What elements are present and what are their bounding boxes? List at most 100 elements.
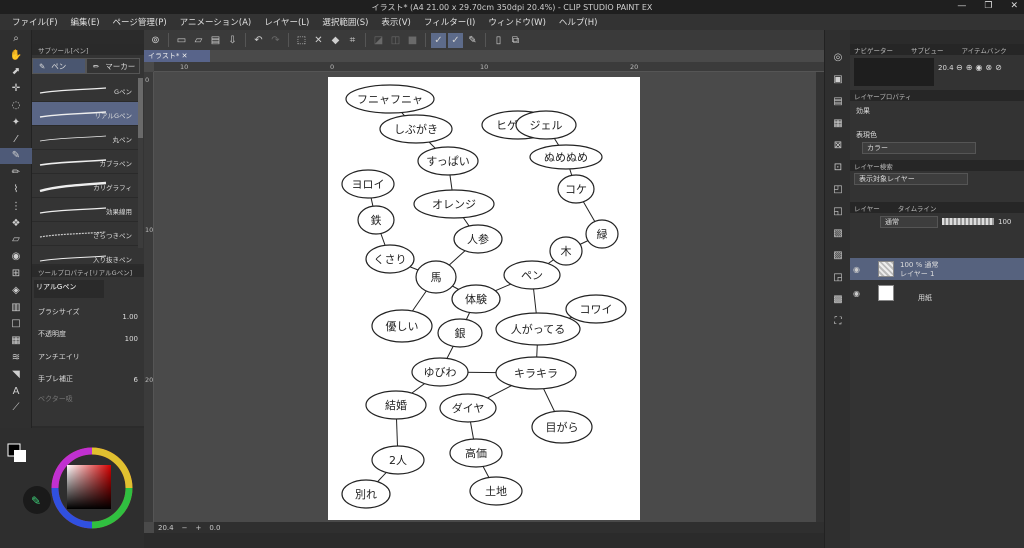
airbrush-icon[interactable]: ⋮ [0, 198, 32, 215]
deselect-icon[interactable]: ⬚ [294, 33, 309, 48]
brush-item-gpen[interactable]: Gペン [32, 78, 138, 102]
brush-item-kabura-pen[interactable]: カブラペン [32, 150, 138, 174]
navigator-zoom[interactable]: 20.4 [938, 64, 954, 72]
material-icon[interactable]: ▦ [825, 112, 851, 134]
zoom-in-button[interactable]: + [195, 524, 201, 532]
material-icon[interactable]: ▤ [825, 90, 851, 112]
device-icon[interactable]: ▯ [491, 33, 506, 48]
brush-item-effect-line[interactable]: 効果線用 [32, 198, 138, 222]
new-file-icon[interactable]: ▭ [174, 33, 189, 48]
rectangle-icon[interactable]: □ [0, 316, 32, 333]
tab-timeline[interactable]: タイムライン [898, 203, 937, 213]
decoration-icon[interactable]: ❖ [0, 215, 32, 232]
transform-icon[interactable]: ⌗ [345, 33, 360, 48]
fill-icon[interactable]: ◆ [328, 33, 343, 48]
ruler-snap-icon[interactable]: ◪ [371, 33, 386, 48]
menu-page[interactable]: ページ管理(P) [113, 16, 167, 28]
navigator-icon[interactable]: ◎ [825, 46, 851, 68]
layer-opacity-value[interactable]: 100 [998, 218, 1011, 226]
zoom-out-icon[interactable]: ⊖ [956, 63, 963, 72]
color-wheel[interactable]: ✎ [0, 428, 144, 548]
clip-studio-icon[interactable]: ⊚ [148, 33, 163, 48]
tab-item-bank[interactable]: アイテムバンク [962, 45, 1007, 55]
fit-icon[interactable]: ◉ [975, 63, 982, 72]
navigator-preview[interactable] [854, 58, 934, 86]
grid-snap-icon[interactable]: ■ [405, 33, 420, 48]
tablet-mode-icon[interactable]: ⧉ [508, 33, 523, 48]
menu-help[interactable]: ヘルプ(H) [559, 16, 598, 28]
document-tab[interactable]: イラスト* ✕ [144, 50, 210, 62]
blend-mode-select[interactable]: 通常 [880, 216, 938, 228]
zoom-in-icon[interactable]: ⊕ [966, 63, 973, 72]
operation-icon[interactable]: ⬈ [0, 64, 32, 81]
redo-icon[interactable]: ↷ [268, 33, 283, 48]
eyedropper-icon[interactable]: ⁄ [0, 131, 32, 148]
gradient-icon[interactable]: ▥ [0, 299, 32, 316]
minimize-button[interactable]: — [957, 1, 966, 11]
angle-value[interactable]: 0.0 [209, 524, 220, 532]
material-icon[interactable]: ⊠ [825, 134, 851, 156]
tab-navigator[interactable]: ナビゲーター [854, 45, 893, 55]
canvas-vertical-scrollbar[interactable] [816, 72, 824, 522]
figure-icon[interactable]: ⊞ [0, 265, 32, 282]
open-file-icon[interactable]: ▱ [191, 33, 206, 48]
pencil-icon[interactable]: ✏ [0, 164, 32, 181]
brush-item-rough-pen[interactable]: ざらつきペン [32, 222, 138, 246]
save-icon[interactable]: ▤ [208, 33, 223, 48]
close-button[interactable]: ✕ [1010, 1, 1018, 11]
pen-pressure-icon[interactable]: ✓ [431, 32, 446, 48]
text-icon[interactable]: A [0, 383, 32, 400]
clear-icon[interactable]: ✕ [311, 33, 326, 48]
visibility-eye-icon[interactable]: ◉ [853, 265, 860, 274]
menu-view[interactable]: 表示(V) [381, 16, 410, 28]
special-ruler-icon[interactable]: ◫ [388, 33, 403, 48]
material-icon[interactable]: ⛶ [825, 310, 851, 332]
menu-file[interactable]: ファイル(F) [12, 16, 58, 28]
layer-row-paper[interactable]: ◉ 用紙 [850, 282, 1024, 304]
brush-item-round-pen[interactable]: 丸ペン [32, 126, 138, 150]
stabilization-value[interactable]: 6 [106, 376, 138, 387]
hand-icon[interactable]: ✋ [0, 47, 32, 64]
material-icon[interactable]: ◱ [825, 200, 851, 222]
maximize-button[interactable]: ❐ [984, 1, 992, 11]
opacity-value[interactable]: 100 [106, 335, 138, 346]
menu-layer[interactable]: レイヤー(L) [264, 16, 309, 28]
stroke-setting-icon[interactable]: ✓ [448, 32, 463, 48]
brush-icon[interactable]: ⌇ [0, 181, 32, 198]
material-icon[interactable]: ▩ [825, 288, 851, 310]
menu-edit[interactable]: 編集(E) [71, 16, 100, 28]
expression-color-select[interactable]: カラー [862, 142, 976, 154]
material-icon[interactable]: ◰ [825, 178, 851, 200]
menu-animation[interactable]: アニメーション(A) [180, 16, 252, 28]
magic-wand-icon[interactable]: ✦ [0, 114, 32, 131]
lasso-icon[interactable]: ◌ [0, 97, 32, 114]
tab-marker[interactable]: ✏ マーカー [86, 58, 140, 74]
material-icon[interactable]: ⊡ [825, 156, 851, 178]
subview-icon[interactable]: ▣ [825, 68, 851, 90]
brush-item-real-gpen[interactable]: リアルGペン [32, 102, 138, 126]
frame-icon[interactable]: ▦ [0, 332, 32, 349]
blend-icon[interactable]: ◉ [0, 248, 32, 265]
menu-filter[interactable]: フィルター(I) [424, 16, 475, 28]
ruler-icon[interactable]: ≋ [0, 349, 32, 366]
material-icon[interactable]: ◲ [825, 266, 851, 288]
material-icon[interactable]: ▨ [825, 244, 851, 266]
opacity-slider[interactable] [942, 218, 994, 225]
layer-row-1[interactable]: ◉ 100 % 通常 レイヤー 1 [850, 258, 1024, 280]
export-icon[interactable]: ⇩ [225, 33, 240, 48]
drawing-paper[interactable]: フニャフニャしぶがきすっぱいヒゲソリジェルぬめぬめコケ緑木ヨロイ鉄くさりオレンジ… [328, 77, 640, 520]
zoom-out-button[interactable]: − [182, 524, 188, 532]
tab-pen[interactable]: ✎ ペン [32, 58, 86, 74]
visibility-eye-icon[interactable]: ◉ [853, 289, 860, 298]
tab-subview[interactable]: サブビュー [911, 45, 944, 55]
pen-tool-icon[interactable]: ✎ [0, 147, 32, 165]
brush-list-scrollbar[interactable] [138, 78, 143, 248]
move-layer-icon[interactable]: ✛ [0, 80, 32, 97]
menu-selection[interactable]: 選択範囲(S) [322, 16, 368, 28]
correct-line-icon[interactable]: ⟋ [0, 400, 32, 417]
eraser-icon[interactable]: ▱ [0, 232, 32, 249]
zoom-value[interactable]: 20.4 [158, 524, 174, 532]
fill-bucket-icon[interactable]: ◈ [0, 282, 32, 299]
brush-item-calligraphy[interactable]: カリグラフィ [32, 174, 138, 198]
brush-option-icon[interactable]: ✎ [465, 33, 480, 48]
